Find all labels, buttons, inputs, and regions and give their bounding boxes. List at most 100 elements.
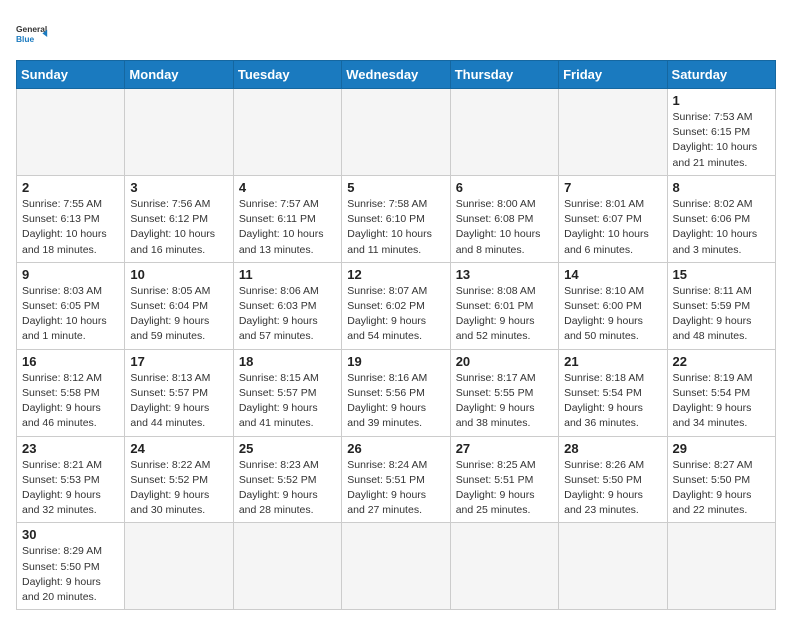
day-number: 26: [347, 441, 444, 456]
calendar-cell: 30 Sunrise: 8:29 AM Sunset: 5:50 PM Dayli…: [17, 523, 125, 610]
calendar-cell: [233, 89, 341, 176]
calendar-header-friday: Friday: [559, 61, 667, 89]
calendar-cell: 29 Sunrise: 8:27 AM Sunset: 5:50 PM Dayli…: [667, 436, 775, 523]
day-info: Sunrise: 8:02 AM Sunset: 6:06 PM Dayligh…: [673, 197, 770, 258]
calendar-cell: [667, 523, 775, 610]
calendar-cell: 25 Sunrise: 8:23 AM Sunset: 5:52 PM Dayli…: [233, 436, 341, 523]
day-info: Sunrise: 8:05 AM Sunset: 6:04 PM Dayligh…: [130, 284, 227, 345]
day-number: 12: [347, 267, 444, 282]
day-info: Sunrise: 8:29 AM Sunset: 5:50 PM Dayligh…: [22, 544, 119, 605]
calendar-cell: 11Sunrise: 8:06 AM Sunset: 6:03 PM Dayli…: [233, 262, 341, 349]
calendar-cell: 27 Sunrise: 8:25 AM Sunset: 5:51 PM Dayli…: [450, 436, 558, 523]
day-info: Sunrise: 8:17 AM Sunset: 5:55 PM Dayligh…: [456, 371, 553, 432]
calendar-cell: 24 Sunrise: 8:22 AM Sunset: 5:52 PM Dayli…: [125, 436, 233, 523]
day-info: Sunrise: 8:00 AM Sunset: 6:08 PM Dayligh…: [456, 197, 553, 258]
calendar-cell: 21Sunrise: 8:18 AM Sunset: 5:54 PM Dayli…: [559, 349, 667, 436]
calendar-cell: [125, 89, 233, 176]
day-info: Sunrise: 7:53 AM Sunset: 6:15 PM Dayligh…: [673, 110, 770, 171]
day-number: 18: [239, 354, 336, 369]
calendar-cell: [17, 89, 125, 176]
day-info: Sunrise: 7:58 AM Sunset: 6:10 PM Dayligh…: [347, 197, 444, 258]
day-number: 2: [22, 180, 119, 195]
calendar-cell: 10 Sunrise: 8:05 AM Sunset: 6:04 PM Dayli…: [125, 262, 233, 349]
day-info: Sunrise: 8:16 AM Sunset: 5:56 PM Dayligh…: [347, 371, 444, 432]
day-number: 15: [673, 267, 770, 282]
day-number: 10: [130, 267, 227, 282]
day-info: Sunrise: 8:22 AM Sunset: 5:52 PM Dayligh…: [130, 458, 227, 519]
calendar-cell: [559, 523, 667, 610]
calendar-header-sunday: Sunday: [17, 61, 125, 89]
calendar-cell: 6 Sunrise: 8:00 AM Sunset: 6:08 PM Daylig…: [450, 175, 558, 262]
calendar-cell: 8 Sunrise: 8:02 AM Sunset: 6:06 PM Daylig…: [667, 175, 775, 262]
calendar-cell: [450, 523, 558, 610]
day-number: 14: [564, 267, 661, 282]
day-number: 6: [456, 180, 553, 195]
day-info: Sunrise: 8:01 AM Sunset: 6:07 PM Dayligh…: [564, 197, 661, 258]
day-number: 8: [673, 180, 770, 195]
day-info: Sunrise: 8:27 AM Sunset: 5:50 PM Dayligh…: [673, 458, 770, 519]
day-number: 22: [673, 354, 770, 369]
day-info: Sunrise: 7:55 AM Sunset: 6:13 PM Dayligh…: [22, 197, 119, 258]
calendar-cell: [125, 523, 233, 610]
day-number: 29: [673, 441, 770, 456]
calendar-cell: 2 Sunrise: 7:55 AM Sunset: 6:13 PM Daylig…: [17, 175, 125, 262]
calendar-cell: [559, 89, 667, 176]
day-info: Sunrise: 8:26 AM Sunset: 5:50 PM Dayligh…: [564, 458, 661, 519]
calendar-cell: 7Sunrise: 8:01 AM Sunset: 6:07 PM Daylig…: [559, 175, 667, 262]
day-info: Sunrise: 8:03 AM Sunset: 6:05 PM Dayligh…: [22, 284, 119, 345]
calendar-cell: 12 Sunrise: 8:07 AM Sunset: 6:02 PM Dayli…: [342, 262, 450, 349]
day-number: 25: [239, 441, 336, 456]
calendar-header-saturday: Saturday: [667, 61, 775, 89]
day-info: Sunrise: 8:19 AM Sunset: 5:54 PM Dayligh…: [673, 371, 770, 432]
calendar-cell: 20 Sunrise: 8:17 AM Sunset: 5:55 PM Dayli…: [450, 349, 558, 436]
day-number: 17: [130, 354, 227, 369]
day-number: 1: [673, 93, 770, 108]
calendar-header-wednesday: Wednesday: [342, 61, 450, 89]
calendar-cell: 5 Sunrise: 7:58 AM Sunset: 6:10 PM Daylig…: [342, 175, 450, 262]
day-number: 23: [22, 441, 119, 456]
calendar-week-row: 23 Sunrise: 8:21 AM Sunset: 5:53 PM Dayli…: [17, 436, 776, 523]
calendar-header-thursday: Thursday: [450, 61, 558, 89]
day-info: Sunrise: 8:24 AM Sunset: 5:51 PM Dayligh…: [347, 458, 444, 519]
day-info: Sunrise: 8:15 AM Sunset: 5:57 PM Dayligh…: [239, 371, 336, 432]
day-info: Sunrise: 8:23 AM Sunset: 5:52 PM Dayligh…: [239, 458, 336, 519]
calendar-cell: [342, 523, 450, 610]
day-number: 28: [564, 441, 661, 456]
day-info: Sunrise: 8:13 AM Sunset: 5:57 PM Dayligh…: [130, 371, 227, 432]
day-info: Sunrise: 8:10 AM Sunset: 6:00 PM Dayligh…: [564, 284, 661, 345]
day-number: 27: [456, 441, 553, 456]
day-number: 21: [564, 354, 661, 369]
day-number: 3: [130, 180, 227, 195]
day-info: Sunrise: 8:25 AM Sunset: 5:51 PM Dayligh…: [456, 458, 553, 519]
calendar-cell: 23 Sunrise: 8:21 AM Sunset: 5:53 PM Dayli…: [17, 436, 125, 523]
day-number: 4: [239, 180, 336, 195]
svg-text:Blue: Blue: [16, 34, 35, 44]
day-info: Sunrise: 8:12 AM Sunset: 5:58 PM Dayligh…: [22, 371, 119, 432]
day-number: 30: [22, 527, 119, 542]
calendar-cell: 22 Sunrise: 8:19 AM Sunset: 5:54 PM Dayli…: [667, 349, 775, 436]
day-info: Sunrise: 7:56 AM Sunset: 6:12 PM Dayligh…: [130, 197, 227, 258]
calendar-cell: 15 Sunrise: 8:11 AM Sunset: 5:59 PM Dayli…: [667, 262, 775, 349]
generalblue-logo-icon: GeneralBlue: [16, 16, 52, 52]
calendar-cell: 17 Sunrise: 8:13 AM Sunset: 5:57 PM Dayli…: [125, 349, 233, 436]
calendar-cell: 28 Sunrise: 8:26 AM Sunset: 5:50 PM Dayli…: [559, 436, 667, 523]
page-header: GeneralBlue: [16, 16, 776, 52]
calendar-cell: 14 Sunrise: 8:10 AM Sunset: 6:00 PM Dayli…: [559, 262, 667, 349]
logo: GeneralBlue: [16, 16, 52, 52]
day-info: Sunrise: 8:11 AM Sunset: 5:59 PM Dayligh…: [673, 284, 770, 345]
day-info: Sunrise: 8:07 AM Sunset: 6:02 PM Dayligh…: [347, 284, 444, 345]
calendar-table: SundayMondayTuesdayWednesdayThursdayFrid…: [16, 60, 776, 610]
day-number: 16: [22, 354, 119, 369]
calendar-header-monday: Monday: [125, 61, 233, 89]
day-number: 24: [130, 441, 227, 456]
day-number: 19: [347, 354, 444, 369]
calendar-cell: [342, 89, 450, 176]
calendar-cell: [233, 523, 341, 610]
day-number: 20: [456, 354, 553, 369]
day-info: Sunrise: 8:21 AM Sunset: 5:53 PM Dayligh…: [22, 458, 119, 519]
calendar-cell: [450, 89, 558, 176]
day-number: 5: [347, 180, 444, 195]
calendar-week-row: 2 Sunrise: 7:55 AM Sunset: 6:13 PM Daylig…: [17, 175, 776, 262]
day-number: 9: [22, 267, 119, 282]
day-number: 11: [239, 267, 336, 282]
